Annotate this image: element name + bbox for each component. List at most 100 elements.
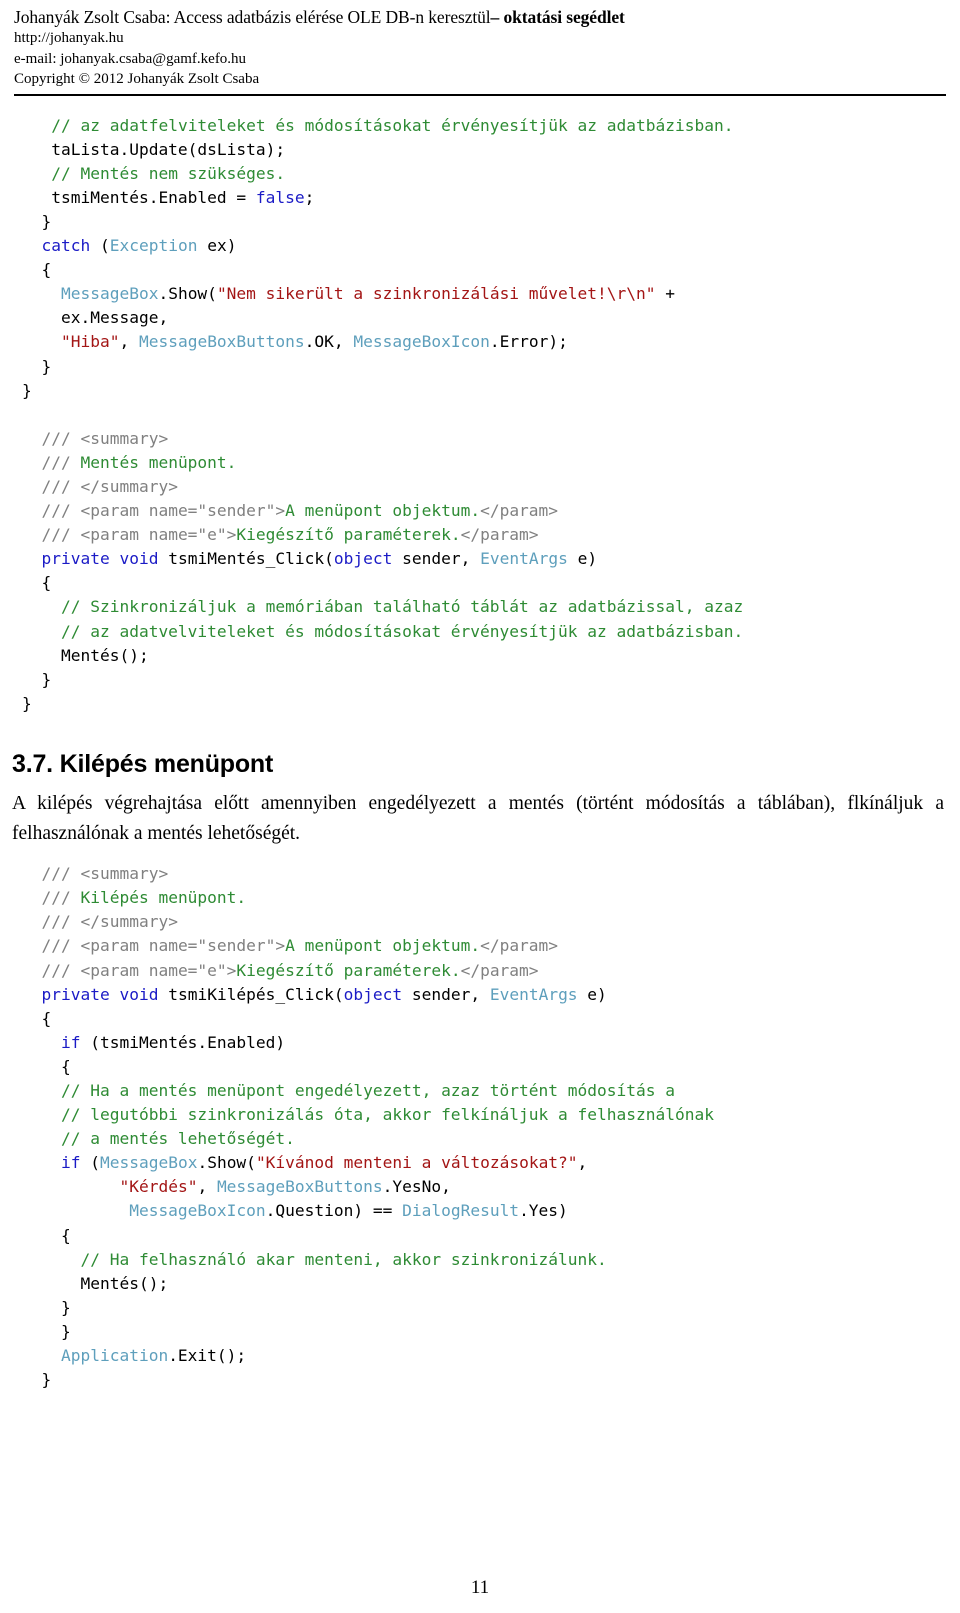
code-token: e) [567, 549, 598, 569]
code-token: EventArgs [480, 549, 568, 569]
code-line: } [22, 1320, 960, 1344]
code-token: { [22, 1008, 52, 1028]
code-line: // Szinkronizáljuk a memóriában találhat… [22, 595, 960, 619]
code-token: .Error); [489, 332, 568, 352]
copyright-notice: Copyright © 2012 Johanyák Zsolt Csaba [14, 71, 260, 88]
code-token: /// <summary> [41, 428, 169, 448]
code-line: } [22, 692, 960, 716]
code-token: /// <summary> [41, 864, 169, 884]
code-token: /// [41, 452, 81, 472]
code-token: (tsmiMentés.Enabled) [80, 1032, 286, 1052]
code-block-kilepes-click: /// <summary> /// Kilépés menüpont. /// … [22, 862, 960, 1392]
code-token: Kilépés menüpont. [80, 888, 247, 908]
code-token: , [197, 1177, 217, 1197]
code-token: Kiegészítő paraméterek. [236, 960, 461, 980]
code-token: , [119, 332, 139, 352]
code-token: { [22, 1056, 71, 1076]
code-token: void [119, 549, 159, 569]
code-token: private [41, 984, 110, 1004]
code-token: } [22, 356, 52, 376]
code-line: /// Mentés menüpont. [22, 451, 960, 475]
code-token: // Ha a mentés menüpont engedélyezett, a… [60, 1081, 675, 1100]
code-token: "Hiba" [60, 332, 120, 352]
code-line: MessageBox.Show("Nem sikerült a szinkron… [22, 282, 960, 306]
code-token: .Yes) [519, 1201, 568, 1221]
code-token: { [22, 260, 52, 280]
code-line: // a mentés lehetőségét. [22, 1127, 960, 1151]
code-token: Mentés menüpont. [80, 452, 237, 472]
code-token: sender, [402, 984, 490, 1004]
code-line: /// Kilépés menüpont. [22, 886, 960, 910]
code-line: taLista.Update(dsLista); [22, 138, 960, 162]
code-token: Kiegészítő paraméterek. [236, 525, 461, 545]
code-line: // legutóbbi szinkronizálás óta, akkor f… [22, 1103, 960, 1127]
code-line: Application.Exit(); [22, 1344, 960, 1368]
code-line: private void tsmiMentés_Click(object sen… [22, 547, 960, 571]
code-line: "Kérdés", MessageBoxButtons.YesNo, [22, 1175, 960, 1199]
code-token: .OK, [304, 332, 354, 352]
author-website: http://johanyak.hu [14, 30, 124, 47]
code-token: false [255, 187, 305, 207]
code-token: MessageBoxIcon [353, 332, 490, 352]
code-line: // az adatvelviteleket és módosításokat … [22, 620, 960, 644]
code-line: MessageBoxIcon.Question) == DialogResult… [22, 1199, 960, 1223]
code-token: Exception [109, 236, 198, 256]
code-token: MessageBoxButtons [138, 332, 305, 352]
code-line: } [22, 355, 960, 379]
code-line: } [22, 668, 960, 692]
code-line: /// <param name="sender">A menüpont obje… [22, 934, 960, 958]
code-token: </param> [460, 525, 539, 545]
code-line: /// <param name="e">Kiegészítő paraméter… [22, 959, 960, 983]
code-token: e) [577, 984, 607, 1004]
section-heading-3-7: 3.7. Kilépés menüpont [12, 749, 274, 778]
code-token: if [60, 1032, 81, 1052]
document-title-bold: – oktatási segédlet [490, 7, 625, 27]
code-token: </param> [480, 501, 559, 521]
code-token: + [655, 284, 675, 304]
code-token: .Show( [158, 284, 217, 304]
code-line: // az adatfelviteleket és módosításokat … [22, 114, 960, 138]
code-line: } [22, 379, 960, 403]
document-title: Johanyák Zsolt Csaba: Access adatbázis e… [14, 6, 946, 28]
page-number: 11 [470, 1577, 490, 1598]
code-token: taLista.Update(dsLista); [22, 139, 286, 159]
code-token: A menüpont objektum. [285, 936, 481, 956]
code-token: .Question) == [265, 1201, 403, 1221]
code-line: /// </summary> [22, 910, 960, 934]
code-line: Mentés(); [22, 1272, 960, 1296]
code-token: "Kérdés" [119, 1177, 198, 1197]
code-token: .YesNo, [382, 1177, 451, 1197]
code-line: { [22, 1007, 960, 1031]
code-token: } [22, 1297, 71, 1317]
code-token: if [60, 1153, 81, 1173]
code-block-mentes-click: // az adatfelviteleket és módosításokat … [22, 114, 960, 716]
header-divider [14, 93, 946, 96]
section-paragraph: A kilépés végrehajtása előtt amennyiben … [12, 792, 944, 844]
code-token: sender, [392, 549, 481, 569]
code-token: /// </summary> [41, 476, 178, 496]
code-token: EventArgs [489, 984, 578, 1004]
code-line: // Mentés nem szükséges. [22, 162, 960, 186]
code-token: void [119, 984, 159, 1004]
code-token: </param> [480, 936, 559, 956]
code-line: // Ha a mentés menüpont engedélyezett, a… [22, 1079, 960, 1103]
code-line: { [22, 258, 960, 282]
code-token: /// [41, 888, 81, 908]
code-line: /// </summary> [22, 475, 960, 499]
